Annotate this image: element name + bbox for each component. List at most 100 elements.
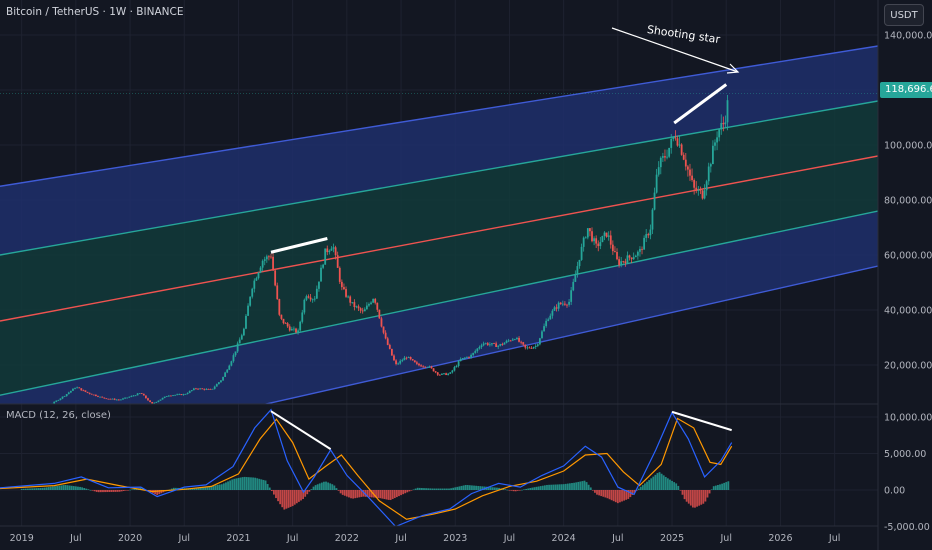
macd-histogram-bar — [122, 490, 125, 491]
macd-histogram-bar — [546, 484, 548, 490]
candle-body — [447, 373, 450, 375]
macd-histogram-bar — [308, 490, 311, 492]
macd-histogram-bar — [475, 485, 478, 490]
macd-histogram-bar — [596, 490, 598, 495]
macd-histogram-bar — [104, 490, 106, 493]
macd-histogram-bar — [127, 490, 129, 491]
price-tick-label: 140,000.00 — [884, 31, 932, 42]
candle-body — [378, 309, 381, 319]
candle-body — [270, 256, 272, 258]
macd-histogram-bar — [398, 490, 400, 497]
candle-body — [493, 343, 495, 344]
candle-body — [709, 164, 712, 167]
macd-histogram-bar — [669, 479, 671, 490]
macd-histogram-bar — [287, 490, 290, 508]
candle-body — [163, 396, 166, 398]
macd-histogram-bar — [289, 490, 292, 507]
candle-body — [645, 234, 648, 238]
macd-histogram-bar — [335, 488, 338, 490]
macd-axis[interactable]: -5,000.00 0.00 5,000.00 10,000.00 — [884, 413, 932, 534]
macd-histogram-bar — [350, 490, 352, 499]
macd-histogram-bar — [310, 489, 313, 490]
macd-histogram-bar — [33, 488, 36, 490]
time-tick-label: 2021 — [226, 533, 250, 544]
time-tick-label: Jul — [720, 533, 732, 544]
candle-body — [382, 326, 385, 333]
macd-histogram-bar — [87, 489, 90, 490]
candle-body — [207, 388, 210, 390]
macd-histogram-bar — [610, 490, 613, 501]
macd-histogram-bar — [70, 485, 73, 490]
macd-histogram-bar — [93, 490, 96, 492]
macd-histogram-bar — [527, 488, 530, 490]
candle-body — [61, 396, 64, 399]
candle-body — [551, 310, 554, 316]
macd-histogram-bar — [660, 473, 663, 490]
candle-body — [476, 348, 479, 352]
candle-body — [549, 315, 552, 320]
candle-body — [232, 355, 235, 362]
candle-body — [597, 243, 600, 247]
candle-body — [686, 166, 689, 170]
macd-histogram-bar — [356, 490, 359, 498]
candle-body — [136, 393, 139, 396]
candle-body — [120, 399, 122, 401]
candle-body — [245, 315, 247, 329]
macd-histogram-bar — [320, 482, 323, 490]
candle-body — [272, 256, 274, 271]
candle-body — [636, 251, 639, 256]
candle-body — [261, 260, 264, 268]
candle-body — [566, 304, 568, 306]
currency-button[interactable]: USDT — [884, 4, 924, 26]
price-tick-label: 20,000.00 — [884, 361, 932, 372]
candle-body — [157, 400, 160, 402]
candle-body — [263, 259, 266, 261]
candle-body — [326, 248, 329, 253]
candle-body — [155, 401, 158, 403]
candle-body — [611, 244, 614, 252]
macd-histogram-bar — [543, 485, 546, 490]
candle-body — [405, 357, 408, 359]
time-axis[interactable]: 2019 Jul 2020 Jul 2021 Jul 2022 Jul 2023 Jul 2024 J… — [0, 525, 878, 544]
candle-body — [445, 373, 447, 375]
candle-body — [311, 299, 314, 301]
macd-histogram-bar — [508, 490, 511, 491]
candle-body — [59, 398, 62, 400]
macd-histogram-bar — [675, 483, 678, 490]
chart-canvas[interactable]: 20,000.00 40,000.00 60,000.00 80,000.00 100,… — [0, 0, 932, 550]
candle-body — [330, 248, 333, 251]
macd-histogram-bar — [581, 481, 584, 490]
price-tick-label: 40,000.00 — [884, 306, 932, 317]
macd-histogram-bar — [456, 486, 459, 490]
macd-histogram-bar — [387, 490, 390, 500]
macd-histogram-bar — [275, 490, 277, 499]
macd-histogram-bar — [358, 490, 361, 498]
candle-body — [199, 388, 202, 390]
macd-histogram-bar — [427, 488, 430, 490]
candle-body — [315, 288, 318, 299]
macd-histogram-bar — [691, 490, 694, 508]
candle-body — [220, 380, 222, 383]
candle-body — [236, 343, 239, 352]
macd-histogram-bar — [58, 485, 61, 490]
macd-histogram-bar — [154, 490, 156, 495]
macd-histogram-bar — [558, 484, 561, 490]
macd-histogram-bar — [594, 490, 596, 493]
candle-body — [545, 320, 548, 327]
candle-body — [395, 360, 397, 364]
candle-body — [222, 376, 224, 381]
candle-body — [470, 354, 473, 358]
macd-histogram-bar — [291, 490, 294, 507]
macd-histogram-bar — [650, 478, 653, 490]
candle-body — [363, 309, 366, 312]
macd-histogram-bar — [264, 480, 267, 490]
macd-histogram-bar — [381, 490, 384, 499]
macd-signal-line — [0, 417, 733, 520]
macd-histogram-bar — [591, 490, 594, 491]
macd-histogram-bar — [454, 487, 457, 490]
macd-histogram-bar — [218, 484, 221, 490]
macd-histogram-bar — [687, 490, 690, 504]
candle-body — [659, 157, 662, 168]
candle-body — [39, 408, 41, 409]
macd-histogram-bar — [708, 490, 711, 494]
